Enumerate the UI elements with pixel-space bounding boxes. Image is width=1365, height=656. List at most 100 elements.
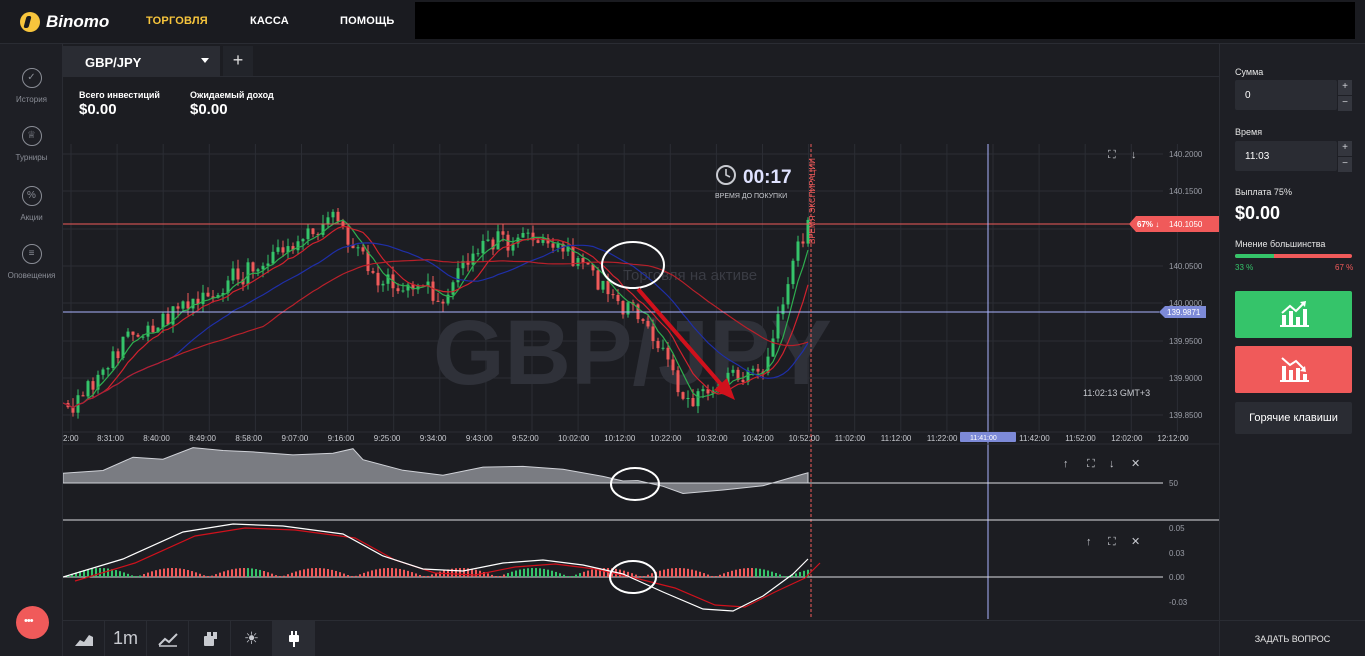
macd-histogram-bar [679,568,681,577]
macd-histogram-bar [495,576,497,577]
sentiment-up-percent: 33 % [1235,263,1254,272]
candle-body [646,320,650,327]
brand-logo[interactable]: Binomo [20,11,109,33]
macd-histogram-bar [343,573,345,577]
amount-input[interactable] [1235,80,1337,110]
macd-histogram-bar [267,572,269,577]
macd-histogram-bar [439,571,441,577]
macd-histogram-bar [127,573,129,577]
macd-histogram-bar [415,573,417,577]
theme-sun-icon[interactable]: ☀ [231,621,273,656]
time-input[interactable] [1235,141,1337,171]
chart-canvas[interactable]: 140.2000140.1500140.1000140.0500140.0000… [63,44,1219,620]
macd-histogram-bar [243,568,245,577]
time-tick-label: 10:22:00 [650,434,682,443]
macd-histogram-bar [635,574,637,577]
macd-histogram-bar [235,568,237,577]
interval-button[interactable]: 1m [105,621,147,656]
candle-body [401,290,405,292]
macd-histogram-bar [391,568,393,577]
level-price-label: 140.1050 [1169,220,1203,229]
candle-body [551,243,555,248]
panel-fullscreen-icon: ⛶ [1087,458,1095,470]
sidebar-item-tournaments[interactable]: ♕ Турниры [0,126,63,162]
candle-body [791,260,795,285]
buy-down-button[interactable] [1235,346,1352,393]
time-increase-button[interactable]: + [1338,141,1352,156]
chart-toolbar: 1m ☀ [63,620,1219,656]
time-decrease-button[interactable]: − [1338,157,1352,172]
candle-body [206,292,210,297]
time-tick-label: 11:52:00 [1065,434,1096,443]
candle-body [781,304,785,315]
candle-body [281,247,285,253]
macd-histogram-bar [695,570,697,577]
candle-body [431,281,435,301]
panel-up-icon: ↑ [1086,536,1092,548]
sidebar-item-notifications[interactable]: ≡ Оповещения [0,244,63,280]
macd-histogram-bar [179,568,181,577]
chat-button[interactable] [16,606,49,639]
nav-cash[interactable]: КАССА [250,15,289,27]
sidebar-item-label: Акции [20,213,43,222]
candle-body [81,395,85,397]
candle-body [381,283,385,286]
macd-histogram-bar [255,569,257,577]
macd-histogram-bar [527,568,529,577]
nav-trade[interactable]: ТОРГОВЛЯ [146,15,208,27]
macd-histogram-bar [251,568,253,577]
macd-histogram-bar [323,568,325,577]
macd-histogram-bar [207,576,209,577]
candle-body [786,284,790,305]
candle-body [166,313,170,325]
candle-body [656,341,660,349]
macd-histogram-bar [199,573,201,577]
time-tick-label: 10:12:00 [604,434,636,443]
sidebar-item-history[interactable]: ✓ История [0,68,63,104]
plug-icon[interactable] [273,621,315,656]
macd-histogram-bar [783,575,785,577]
add-asset-button[interactable]: + [223,46,253,76]
panel-close-icon: ✕ [1131,536,1140,548]
candle-body [481,240,485,254]
draw-tools-icon[interactable] [147,621,189,656]
chart-area: 140.2000140.1500140.1000140.0500140.0000… [63,44,1219,620]
price-tick-label: 140.2000 [1169,150,1203,159]
candle-body [496,231,500,250]
candle-body [666,347,670,360]
sentiment-label: Мнение большинства [1235,239,1326,249]
indicators-icon[interactable] [189,621,231,656]
macd-histogram-bar [407,570,409,577]
candle-body [641,319,645,321]
macd-histogram-bar [355,575,357,577]
chart-type-area-icon[interactable] [63,621,105,656]
macd-histogram-bar [487,573,489,577]
macd-histogram-bar [259,569,261,577]
candle-body [86,381,90,397]
candle-body [796,241,800,261]
server-clock: 11:02:13 GMT+3 [1083,388,1150,398]
candle-body [671,359,675,371]
expected-income-value: $0.00 [190,101,228,118]
osc1-tick-label: 50 [1169,479,1178,488]
panel-close-icon: ✕ [1131,458,1140,470]
hotkeys-button[interactable]: Горячие клавиши [1235,402,1352,434]
ask-question-button[interactable]: ЗАДАТЬ ВОПРОС [1219,620,1365,656]
nav-help[interactable]: ПОМОЩЬ [340,15,395,27]
amount-decrease-button[interactable]: − [1338,96,1352,111]
macd-histogram-bar [115,570,117,577]
asset-tab-gbpjpy[interactable]: GBP/JPY [63,46,220,76]
candle-body [751,368,755,371]
macd-histogram-bar [507,573,509,577]
price-tick-label: 140.0500 [1169,262,1203,271]
macd-histogram-bar [299,570,301,577]
macd-histogram-bar [539,568,541,577]
candle-body [136,334,140,337]
amount-increase-button[interactable]: + [1338,80,1352,95]
macd-histogram-bar [475,569,477,577]
macd-histogram-bar [227,570,229,577]
macd-histogram-bar [667,568,669,577]
buy-up-button[interactable] [1235,291,1352,338]
macd-histogram-bar [123,572,125,577]
sidebar-item-promotions[interactable]: % Акции [0,186,63,222]
